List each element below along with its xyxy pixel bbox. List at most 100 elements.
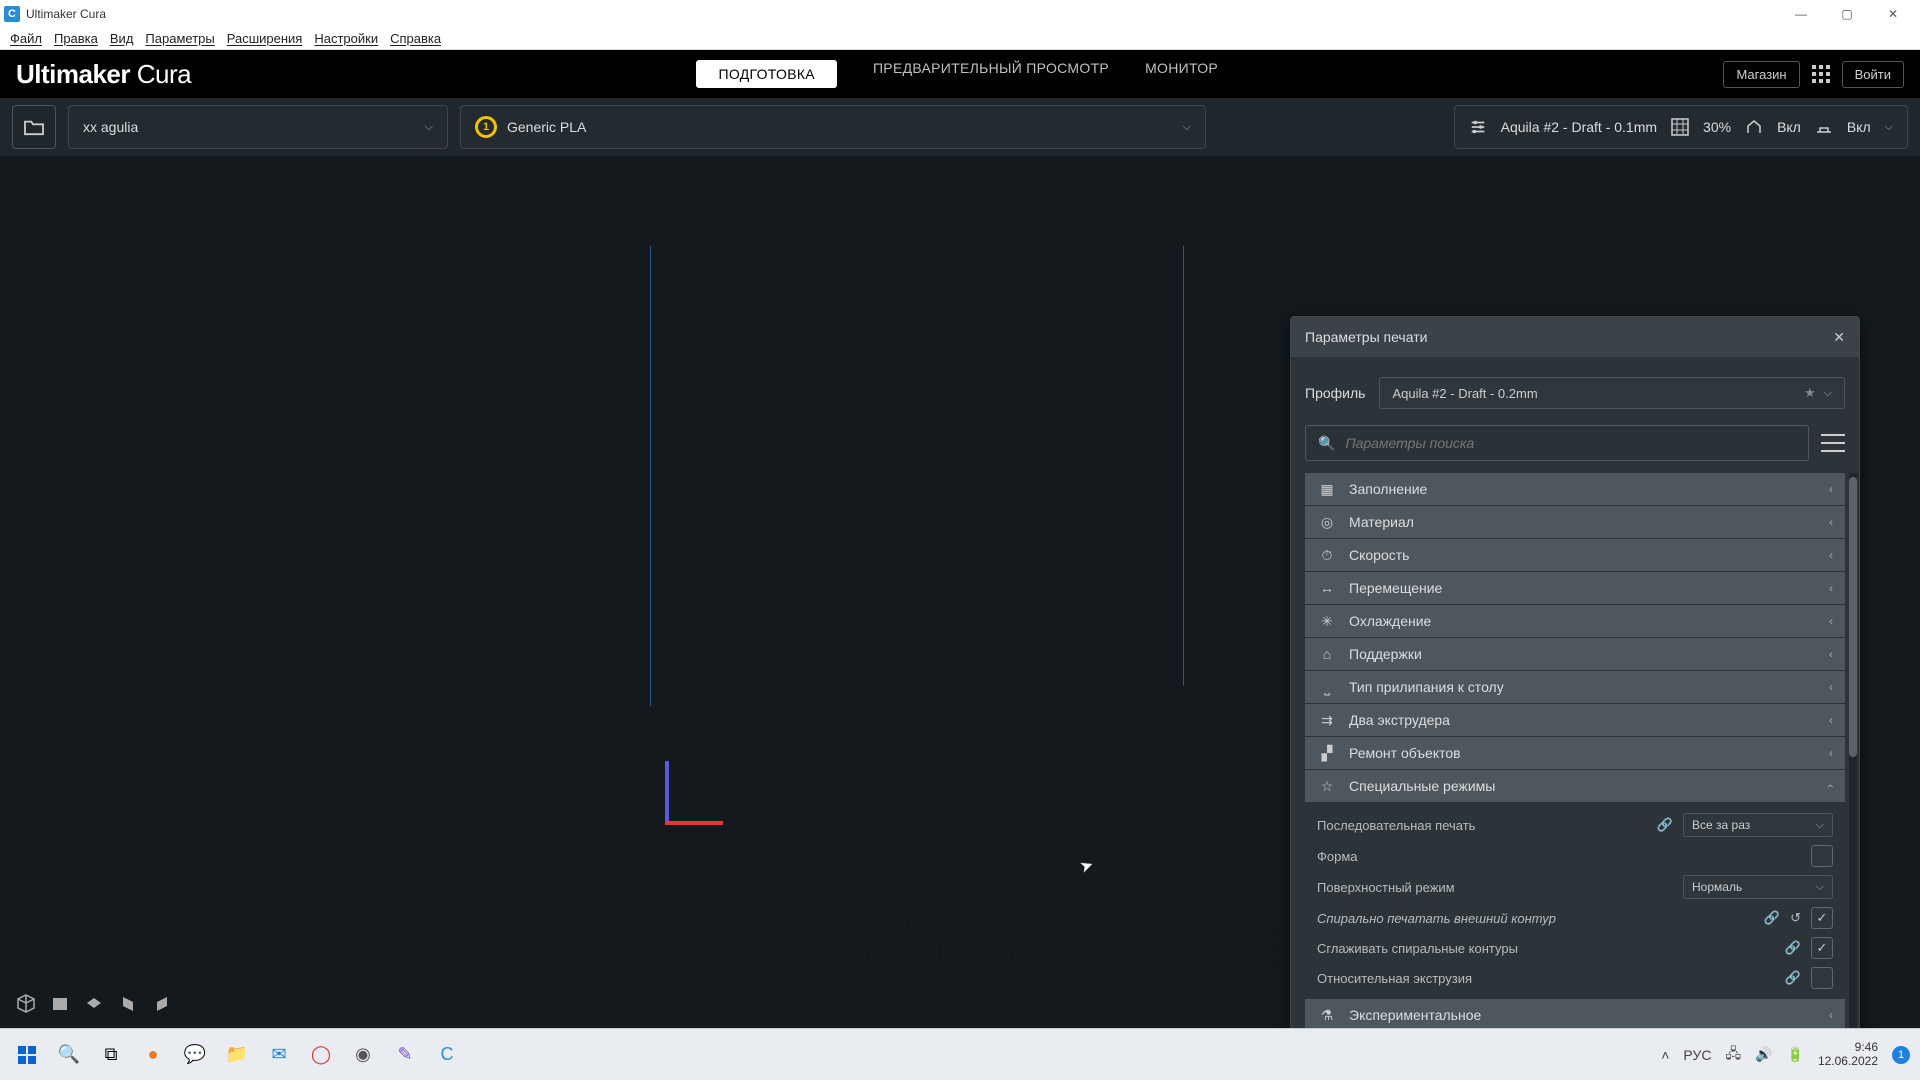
menu-extensions[interactable]: Расширения (221, 31, 309, 46)
axis-z-icon (665, 761, 669, 823)
chevron-down-icon: ⌵ (1183, 121, 1191, 134)
settings-search[interactable]: 🔍 (1305, 425, 1809, 461)
reset-icon[interactable]: ↺ (1790, 910, 1801, 926)
menu-help[interactable]: Справка (384, 31, 447, 46)
speed-icon: ⏱ (1317, 547, 1337, 564)
category-special-modes[interactable]: ☆ Специальные режимы ‹ (1305, 770, 1845, 802)
link-icon[interactable]: 🔗 (1785, 970, 1801, 986)
category-travel[interactable]: ↔ Перемещение ‹ (1305, 572, 1845, 604)
surface-mode-dropdown[interactable]: Нормаль ⌵ (1683, 875, 1833, 899)
taskbar-app-editor[interactable]: ✎ (388, 1038, 422, 1072)
category-speed[interactable]: ⏱ Скорость ‹ (1305, 539, 1845, 571)
category-dual-extrusion[interactable]: ⇉ Два экструдера ‹ (1305, 704, 1845, 736)
chevron-left-icon: ‹ (1829, 515, 1833, 529)
window-title: Ultimaker Cura (26, 7, 1778, 21)
view-iso-icon[interactable] (14, 992, 38, 1016)
category-support[interactable]: ⌂ Поддержки ‹ (1305, 638, 1845, 670)
category-adhesion[interactable]: ⎵ Тип прилипания к столу ‹ (1305, 671, 1845, 703)
link-icon[interactable]: 🔗 (1764, 910, 1780, 926)
tray-chevron-up-icon[interactable]: ˄ (1661, 1047, 1669, 1063)
menu-preferences[interactable]: Настройки (308, 31, 384, 46)
search-input[interactable] (1345, 435, 1796, 451)
tab-preview[interactable]: ПРЕДВАРИТЕЛЬНЫЙ ПРОСМОТР (873, 60, 1109, 88)
cursor-icon: ➤ (1077, 854, 1096, 877)
chevron-down-icon: ⌵ (1816, 881, 1824, 894)
print-settings-panel: Параметры печати ✕ Профиль Aquila #2 - D… (1290, 316, 1860, 1028)
material-selector[interactable]: 1 Generic PLA ⌵ (460, 105, 1206, 149)
start-button[interactable] (10, 1038, 44, 1072)
tray-volume-icon[interactable]: 🔊 (1755, 1046, 1772, 1063)
tab-prepare[interactable]: ПОДГОТОВКА (696, 60, 836, 88)
star-icon[interactable]: ★ (1804, 385, 1816, 401)
tray-battery-icon[interactable]: 🔋 (1787, 1046, 1804, 1063)
taskbar-app-explorer[interactable]: 📁 (220, 1038, 254, 1072)
chevron-down-icon: ⌵ (1885, 121, 1893, 134)
mold-checkbox[interactable] (1811, 845, 1833, 867)
taskbar-app-teams[interactable]: 💬 (178, 1038, 212, 1072)
infill-icon: ▦ (1317, 481, 1337, 498)
taskbar-app-opera[interactable]: ◯ (304, 1038, 338, 1072)
view-left-icon[interactable] (116, 992, 140, 1016)
signin-button[interactable]: Войти (1842, 61, 1904, 88)
category-material[interactable]: ◎ Материал ‹ (1305, 506, 1845, 538)
chevron-down-icon: ⌵ (1824, 387, 1832, 400)
printer-selector[interactable]: xx agulia ⌵ (68, 105, 448, 149)
menu-edit[interactable]: Правка (48, 31, 104, 46)
view-right-icon[interactable] (150, 992, 174, 1016)
setting-relative-extrusion: Относительная экструзия 🔗 (1305, 963, 1845, 993)
taskbar-app-chrome[interactable]: ● (136, 1038, 170, 1072)
star-icon: ☆ (1317, 778, 1337, 795)
category-experimental[interactable]: ⚗ Экспериментальное ‹ (1305, 999, 1845, 1028)
task-view-button[interactable]: ⧉ (94, 1038, 128, 1072)
tab-monitor[interactable]: МОНИТОР (1145, 60, 1218, 88)
chevron-left-icon: ‹ (1829, 614, 1833, 628)
axis-x-icon (665, 821, 723, 825)
setting-spiralize: Спирально печатать внешний контур 🔗 ↺ (1305, 903, 1845, 933)
taskbar-app-cura[interactable]: C (430, 1038, 464, 1072)
category-meshfix[interactable]: ▞ Ремонт объектов ‹ (1305, 737, 1845, 769)
open-file-button[interactable] (12, 105, 56, 149)
spiralize-checkbox[interactable] (1811, 907, 1833, 929)
scrollbar-thumb[interactable] (1849, 477, 1857, 757)
support-icon: ⌂ (1317, 646, 1337, 662)
view-top-icon[interactable] (82, 992, 106, 1016)
tray-language[interactable]: РУС (1683, 1047, 1711, 1063)
tray-network-icon[interactable]: 🖧 (1725, 1043, 1741, 1067)
smooth-spiral-checkbox[interactable] (1811, 937, 1833, 959)
flask-icon: ⚗ (1317, 1007, 1337, 1024)
hamburger-menu-button[interactable] (1821, 431, 1845, 455)
chevron-left-icon: ‹ (1829, 1008, 1833, 1022)
link-icon[interactable]: 🔗 (1785, 940, 1801, 956)
panel-close-button[interactable]: ✕ (1833, 329, 1845, 346)
adhesion-icon: ⎵ (1317, 679, 1337, 696)
window-maximize[interactable]: ▢ (1824, 0, 1870, 28)
menu-view[interactable]: Вид (104, 31, 140, 46)
tray-notifications[interactable]: 1 (1892, 1046, 1910, 1064)
relative-extrusion-checkbox[interactable] (1811, 967, 1833, 989)
category-infill[interactable]: ▦ Заполнение ‹ (1305, 473, 1845, 505)
setting-surface-mode: Поверхностный режим Нормаль ⌵ (1305, 871, 1845, 903)
taskbar-app-mail[interactable]: ✉ (262, 1038, 296, 1072)
menu-bar: Файл Правка Вид Параметры Расширения Нас… (0, 28, 1920, 50)
taskbar-app-steam[interactable]: ◉ (346, 1038, 380, 1072)
menu-settings[interactable]: Параметры (139, 31, 220, 46)
chevron-down-icon: ⌵ (1816, 819, 1824, 832)
menu-file[interactable]: Файл (4, 31, 48, 46)
config-toolbar: xx agulia ⌵ 1 Generic PLA ⌵ Aquila #2 - … (0, 98, 1920, 156)
viewport-3d[interactable]: ➤ Параметры печати ✕ Профиль Aquila #2 -… (0, 156, 1920, 1028)
profile-dropdown[interactable]: Aquila #2 - Draft - 0.2mm ★ ⌵ (1379, 377, 1845, 409)
search-button[interactable]: 🔍 (52, 1038, 86, 1072)
link-icon[interactable]: 🔗 (1657, 817, 1673, 833)
tray-clock[interactable]: 9:46 12.06.2022 (1818, 1041, 1878, 1069)
profile-summary-button[interactable]: Aquila #2 - Draft - 0.1mm 30% Вкл Вкл ⌵ (1454, 105, 1908, 149)
tray-time: 9:46 (1818, 1041, 1878, 1055)
category-cooling[interactable]: ✳ Охлаждение ‹ (1305, 605, 1845, 637)
marketplace-button[interactable]: Магазин (1723, 61, 1799, 88)
sequential-print-dropdown[interactable]: Все за раз ⌵ (1683, 813, 1833, 837)
view-front-icon[interactable] (48, 992, 72, 1016)
apps-grid-icon[interactable] (1812, 65, 1830, 83)
window-close[interactable]: ✕ (1870, 0, 1916, 28)
setting-sequential-print: Последовательная печать 🔗 Все за раз ⌵ (1305, 809, 1845, 841)
window-minimize[interactable]: — (1778, 0, 1824, 28)
chevron-down-icon: ‹ (1824, 784, 1838, 788)
